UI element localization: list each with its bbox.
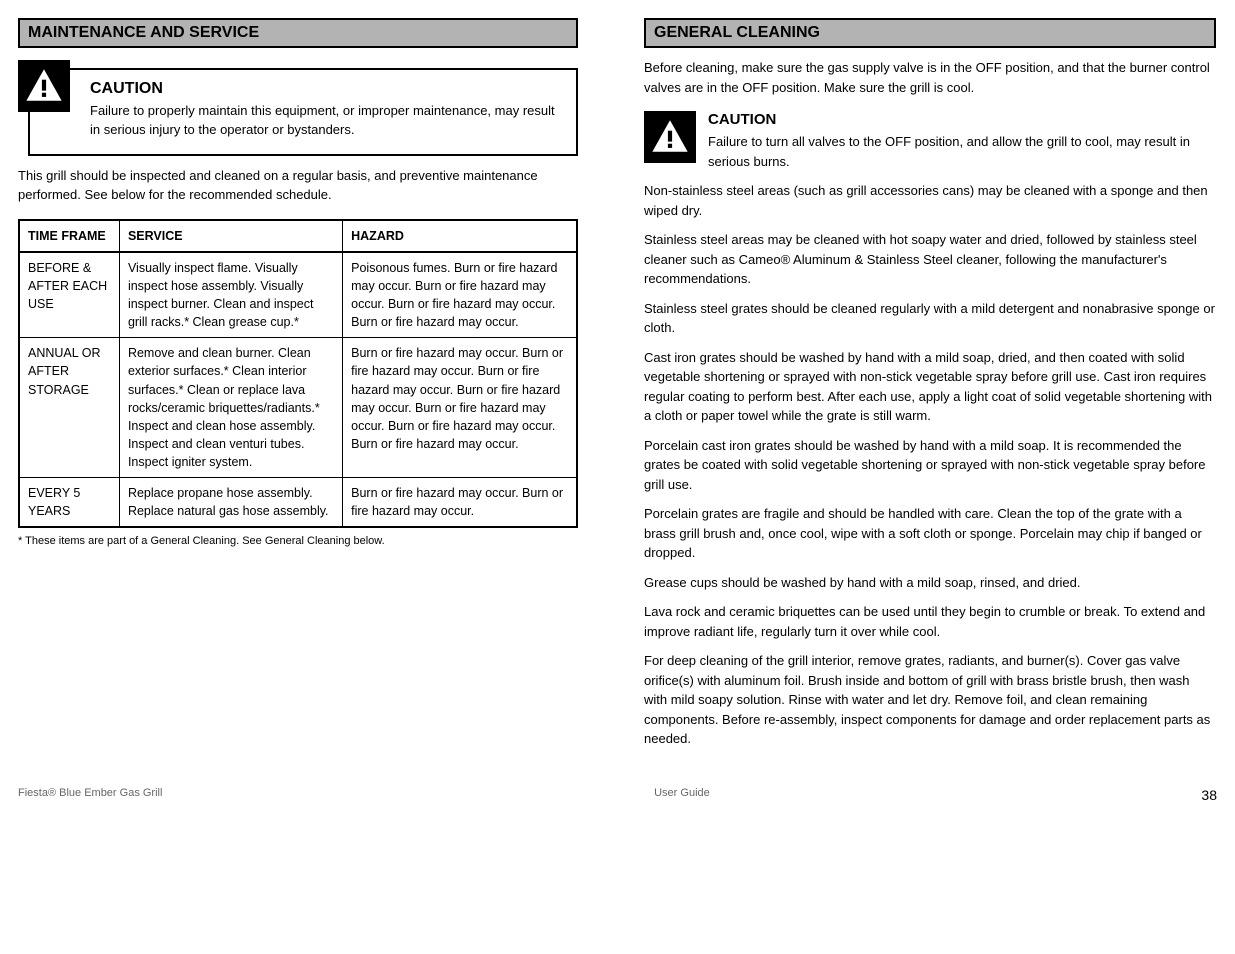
para: Stainless steel grates should be cleaned… (644, 299, 1216, 338)
cell-time: ANNUAL OR AFTER STORAGE (19, 338, 119, 478)
para: Grease cups should be washed by hand wit… (644, 573, 1216, 593)
table-row: EVERY 5 YEARS Replace propane hose assem… (19, 478, 577, 528)
maintenance-schedule-table: TIME FRAME SERVICE HAZARD BEFORE & AFTER… (18, 219, 578, 529)
table-row: BEFORE & AFTER EACH USE Visually inspect… (19, 252, 577, 338)
intro-text: This grill should be inspected and clean… (18, 166, 578, 205)
caution-box: CAUTION Failure to properly maintain thi… (18, 68, 578, 156)
caution-text: Failure to properly maintain this equipm… (90, 102, 562, 140)
cleaning-intro: Before cleaning, make sure the gas suppl… (644, 58, 1216, 97)
th-service: SERVICE (119, 220, 342, 252)
right-column: GENERAL CLEANING Before cleaning, make s… (644, 18, 1216, 759)
footnote: * These items are part of a General Clea… (18, 534, 578, 549)
section-header-maintenance: MAINTENANCE AND SERVICE (18, 18, 578, 48)
footer-left: Fiesta® Blue Ember Gas Grill (18, 787, 162, 803)
footer-center: User Guide (654, 787, 710, 803)
para: Cast iron grates should be washed by han… (644, 348, 1216, 426)
left-column: MAINTENANCE AND SERVICE CAUTION Failure … (18, 18, 578, 759)
para: Porcelain cast iron grates should be was… (644, 436, 1216, 495)
caution-block: CAUTION Failure to turn all valves to th… (644, 111, 1216, 171)
para: Non-stainless steel areas (such as grill… (644, 181, 1216, 220)
caution-title: CAUTION (90, 80, 562, 98)
cell-hazard: Burn or fire hazard may occur. Burn or f… (343, 478, 577, 528)
cell-time: EVERY 5 YEARS (19, 478, 119, 528)
para: Stainless steel areas may be cleaned wit… (644, 230, 1216, 289)
caution-text: Failure to turn all valves to the OFF po… (708, 132, 1216, 171)
para: Lava rock and ceramic briquettes can be … (644, 602, 1216, 641)
section-header-cleaning: GENERAL CLEANING (644, 18, 1216, 48)
page-footer: Fiesta® Blue Ember Gas Grill User Guide … (0, 759, 1235, 815)
cell-service: Visually inspect flame. Visually inspect… (119, 252, 342, 338)
table-header-row: TIME FRAME SERVICE HAZARD (19, 220, 577, 252)
cell-service: Remove and clean burner. Clean exterior … (119, 338, 342, 478)
page-number: 38 (1201, 787, 1217, 803)
cell-hazard: Burn or fire hazard may occur. Burn or f… (343, 338, 577, 478)
th-time: TIME FRAME (19, 220, 119, 252)
caution-title: CAUTION (708, 111, 1216, 128)
para: Porcelain grates are fragile and should … (644, 504, 1216, 563)
cell-time: BEFORE & AFTER EACH USE (19, 252, 119, 338)
warning-icon (644, 111, 696, 163)
th-hazard: HAZARD (343, 220, 577, 252)
table-row: ANNUAL OR AFTER STORAGE Remove and clean… (19, 338, 577, 478)
page: MAINTENANCE AND SERVICE CAUTION Failure … (0, 0, 1235, 759)
warning-icon (18, 60, 70, 112)
cell-service: Replace propane hose assembly. Replace n… (119, 478, 342, 528)
para: For deep cleaning of the grill interior,… (644, 651, 1216, 749)
cell-hazard: Poisonous fumes. Burn or fire hazard may… (343, 252, 577, 338)
